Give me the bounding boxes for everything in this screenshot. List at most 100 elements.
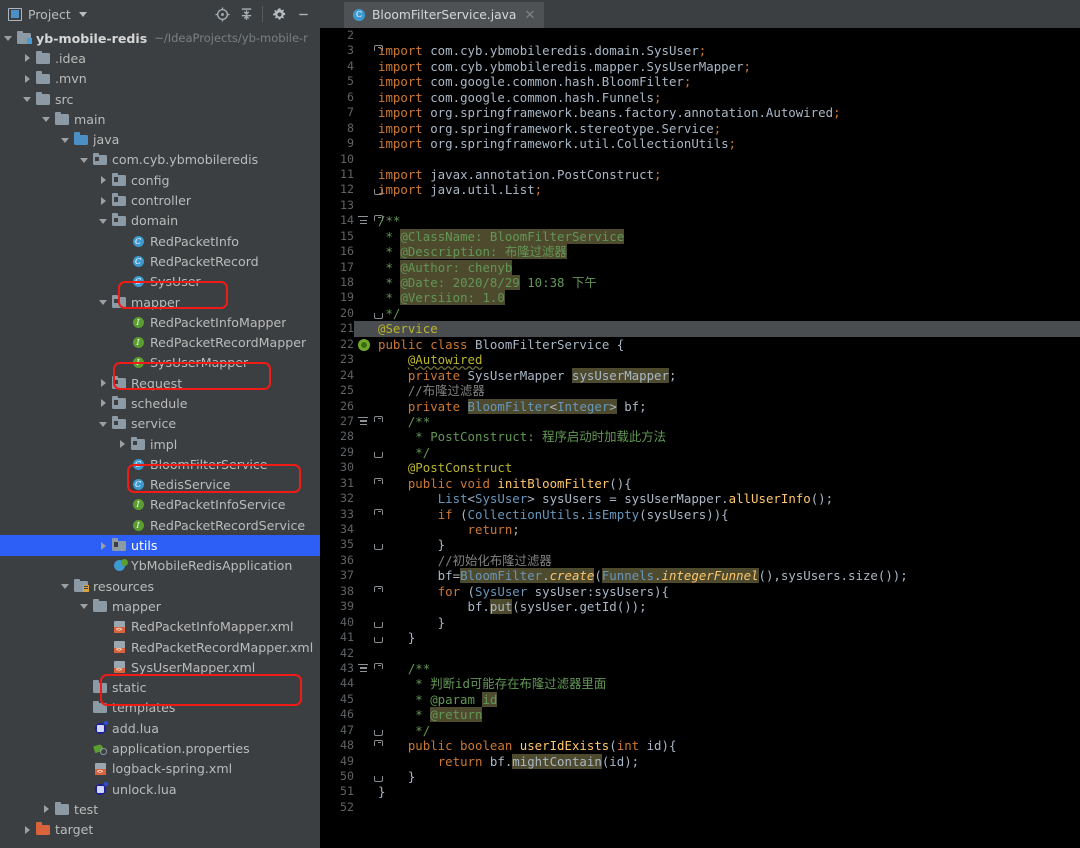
code-line[interactable]: 46 * @return	[320, 707, 1080, 722]
code-line[interactable]: 38 for (SysUser sysUser:sysUsers){	[320, 584, 1080, 599]
tree-row-target[interactable]: target	[0, 820, 320, 840]
tree-row-mapper[interactable]: mapper	[0, 596, 320, 616]
code-line[interactable]: 49 return bf.mightContain(id);	[320, 754, 1080, 769]
tree-row-logback-spring-xml[interactable]: <>logback-spring.xml	[0, 759, 320, 779]
tree-row-ybmobileredisapplication[interactable]: YbMobileRedisApplication	[0, 556, 320, 576]
code-line[interactable]: 8import org.springframework.stereotype.S…	[320, 121, 1080, 136]
tree-row-templates[interactable]: templates	[0, 698, 320, 718]
tree-row-resources[interactable]: resources	[0, 576, 320, 596]
minimize-icon[interactable]	[292, 3, 314, 25]
close-icon[interactable]: ✕	[522, 9, 535, 22]
tree-row-utils[interactable]: utils	[0, 535, 320, 555]
code-line[interactable]: 10	[320, 152, 1080, 167]
locate-icon[interactable]	[211, 3, 233, 25]
code-line[interactable]: 32 List<SysUser> sysUsers = sysUserMappe…	[320, 491, 1080, 506]
chevron-down-icon[interactable]	[79, 154, 90, 165]
tree-row-yb-mobile-redis[interactable]: yb-mobile-redis~/IdeaProjects/yb-mobile-…	[0, 28, 320, 48]
code-line[interactable]: 25 //布隆过滤器	[320, 383, 1080, 398]
code-line[interactable]: 45 * @param id	[320, 692, 1080, 707]
javadoc-gutter-icon[interactable]	[356, 216, 368, 226]
code-line[interactable]: 34 return;	[320, 522, 1080, 537]
code-line[interactable]: 36 //初始化布隆过滤器	[320, 553, 1080, 568]
chevron-down-icon[interactable]	[3, 33, 14, 44]
tree-row-redisservice[interactable]: CRedisService	[0, 475, 320, 495]
tree-row-sysusermapper-xml[interactable]: <>SysUserMapper.xml	[0, 657, 320, 677]
code-line[interactable]: 13	[320, 198, 1080, 213]
tree-row-application-properties[interactable]: application.properties	[0, 738, 320, 758]
code-line[interactable]: 6import com.google.common.hash.Funnels;	[320, 90, 1080, 105]
editor-tab-bloomfilterservice[interactable]: C BloomFilterService.java ✕	[344, 2, 544, 28]
tree-row-bloomfilterservice[interactable]: CBloomFilterService	[0, 454, 320, 474]
project-tree[interactable]: yb-mobile-redis~/IdeaProjects/yb-mobile-…	[0, 28, 320, 848]
project-panel-title[interactable]: Project	[0, 7, 87, 22]
code-line[interactable]: 15 * @ClassName: BloomFilterService	[320, 229, 1080, 244]
tree-row-controller[interactable]: controller	[0, 190, 320, 210]
tree-row-redpacketinfo[interactable]: CRedPacketInfo	[0, 231, 320, 251]
code-line[interactable]: 18 * @Date: 2020/8/29 10:38 下午	[320, 275, 1080, 290]
code-line[interactable]: 35 }	[320, 537, 1080, 552]
javadoc-gutter-icon[interactable]	[356, 664, 368, 674]
code-line[interactable]: 52	[320, 800, 1080, 815]
chevron-right-icon[interactable]	[117, 439, 128, 450]
code-line[interactable]: 26 private BloomFilter<Integer> bf;	[320, 399, 1080, 414]
code-line[interactable]: 20 */	[320, 306, 1080, 321]
chevron-down-icon[interactable]	[22, 94, 33, 105]
chevron-down-icon[interactable]	[79, 12, 87, 17]
tree-row-redpacketinfomapper-xml[interactable]: <>RedPacketInfoMapper.xml	[0, 617, 320, 637]
tree-row-sysuser[interactable]: CSysUser	[0, 272, 320, 292]
code-line[interactable]: 28 * PostConstruct: 程序启动时加载此方法	[320, 429, 1080, 444]
chevron-down-icon[interactable]	[41, 114, 52, 125]
tree-row-redpacketinfoservice[interactable]: IRedPacketInfoService	[0, 495, 320, 515]
code-line[interactable]: 39 bf.put(sysUser.getId());	[320, 599, 1080, 614]
tree-row-unlock-lua[interactable]: unlock.lua	[0, 779, 320, 799]
tree-row-redpacketrecord[interactable]: CRedPacketRecord	[0, 251, 320, 271]
code-line[interactable]: 40 }	[320, 615, 1080, 630]
tree-row-redpacketrecordmapper[interactable]: IRedPacketRecordMapper	[0, 332, 320, 352]
tree-row-main[interactable]: main	[0, 109, 320, 129]
tree-row-com-cyb-ybmobileredis[interactable]: com.cyb.ybmobileredis	[0, 150, 320, 170]
chevron-down-icon[interactable]	[98, 418, 109, 429]
tree-row-src[interactable]: src	[0, 89, 320, 109]
tree-row-redpacketrecordservice[interactable]: IRedPacketRecordService	[0, 515, 320, 535]
chevron-down-icon[interactable]	[98, 297, 109, 308]
code-line[interactable]: 16 * @Description: 布隆过滤器	[320, 244, 1080, 259]
tree-row-impl[interactable]: impl	[0, 434, 320, 454]
code-line[interactable]: 24 private SysUserMapper sysUserMapper;	[320, 368, 1080, 383]
code-line[interactable]: 41 }	[320, 630, 1080, 645]
tree-row-request[interactable]: Request	[0, 373, 320, 393]
chevron-down-icon[interactable]	[79, 601, 90, 612]
tree-row-schedule[interactable]: schedule	[0, 393, 320, 413]
code-line[interactable]: 37 bf=BloomFilter.create(Funnels.integer…	[320, 568, 1080, 583]
chevron-right-icon[interactable]	[22, 53, 33, 64]
chevron-right-icon[interactable]	[22, 824, 33, 835]
chevron-right-icon[interactable]	[41, 804, 52, 815]
chevron-right-icon[interactable]	[98, 540, 109, 551]
tree-row-test[interactable]: test	[0, 799, 320, 819]
code-line[interactable]: 5import com.google.common.hash.BloomFilt…	[320, 74, 1080, 89]
chevron-down-icon[interactable]	[60, 134, 71, 145]
code-line[interactable]: 51}	[320, 784, 1080, 799]
tree-row-domain[interactable]: domain	[0, 211, 320, 231]
code-line[interactable]: 14/**	[320, 213, 1080, 228]
code-line[interactable]: 27 /**	[320, 414, 1080, 429]
code-line[interactable]: 30 @PostConstruct	[320, 460, 1080, 475]
tree-row-java[interactable]: java	[0, 129, 320, 149]
tree-row-static[interactable]: static	[0, 678, 320, 698]
code-line[interactable]: 4import com.cyb.ybmobileredis.mapper.Sys…	[320, 59, 1080, 74]
code-line[interactable]: 11import javax.annotation.PostConstruct;	[320, 167, 1080, 182]
chevron-down-icon[interactable]	[98, 215, 109, 226]
collapse-all-icon[interactable]	[235, 3, 257, 25]
code-line[interactable]: 47 */	[320, 723, 1080, 738]
code-line[interactable]: 22public class BloomFilterService {	[320, 337, 1080, 352]
code-editor[interactable]: 23import com.cyb.ybmobileredis.domain.Sy…	[320, 28, 1080, 848]
chevron-down-icon[interactable]	[60, 581, 71, 592]
code-line[interactable]: 23 @Autowired	[320, 352, 1080, 367]
code-line[interactable]: 17 * @Author: chenyb	[320, 260, 1080, 275]
code-line[interactable]: 2	[320, 28, 1080, 43]
code-line[interactable]: 19 * @Versiion: 1.0	[320, 290, 1080, 305]
tree-row-service[interactable]: service	[0, 414, 320, 434]
code-line[interactable]: 3import com.cyb.ybmobileredis.domain.Sys…	[320, 43, 1080, 58]
chevron-right-icon[interactable]	[98, 195, 109, 206]
code-line[interactable]: 21@Service	[320, 321, 1080, 336]
chevron-right-icon[interactable]	[98, 175, 109, 186]
